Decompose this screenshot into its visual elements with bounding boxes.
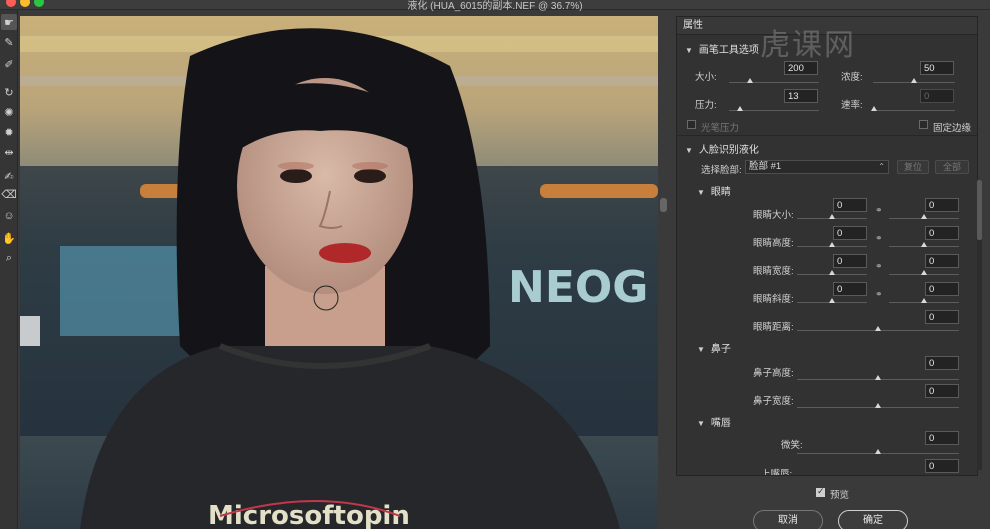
nose-width-label: 鼻子宽度: <box>753 396 794 407</box>
eye-tilt-label: 眼睛斜度: <box>753 294 794 305</box>
eyes-section-title[interactable]: ▼ 眼睛 <box>697 183 731 198</box>
smile-input[interactable] <box>925 431 959 445</box>
stylus-pressure-label: 光笔压力 <box>701 123 740 134</box>
rate-label: 速率: <box>841 100 863 111</box>
select-face-dropdown[interactable]: 脸部 #1 ⌃ <box>745 160 889 174</box>
size-slider-thumb[interactable] <box>747 78 753 83</box>
nose-width-input[interactable] <box>925 384 959 398</box>
eye-size-left-thumb[interactable] <box>829 214 835 219</box>
upper-lip-label: 上嘴唇: <box>761 469 793 476</box>
pressure-slider-thumb[interactable] <box>737 106 743 111</box>
panel-scrollbar-thumb[interactable] <box>977 180 982 240</box>
reconstruct-icon[interactable]: ✎ <box>1 34 17 50</box>
push-left-icon[interactable]: ⇹ <box>1 144 17 160</box>
face-liquify-title[interactable]: ▼ 人脸识别液化 <box>685 141 759 156</box>
eye-width-left-thumb[interactable] <box>829 270 835 275</box>
rate-slider-thumb[interactable] <box>871 106 877 111</box>
hand-icon[interactable]: ✋ <box>1 230 17 246</box>
forward-warp-icon[interactable]: ☛ <box>1 14 17 30</box>
eye-distance-label: 眼睛距离: <box>753 322 794 333</box>
eye-height-right-thumb[interactable] <box>921 242 927 247</box>
panel-divider <box>658 10 670 529</box>
smooth-icon[interactable]: ✐ <box>1 56 17 72</box>
collapse-triangle-icon[interactable]: ▼ <box>685 146 693 155</box>
smile-thumb[interactable] <box>875 449 881 454</box>
preview-label: 预览 <box>830 490 850 501</box>
eye-width-label: 眼睛宽度: <box>753 266 794 277</box>
rate-slider-track[interactable] <box>873 110 955 111</box>
density-input[interactable] <box>920 61 954 75</box>
watermark-logo: 虎课网 <box>760 28 856 63</box>
eye-height-right-input[interactable] <box>925 226 959 240</box>
eye-width-left-input[interactable] <box>833 254 867 268</box>
eye-distance-thumb[interactable] <box>875 326 881 331</box>
eye-width-right-thumb[interactable] <box>921 270 927 275</box>
pin-edges-label: 固定边缘 <box>933 123 972 134</box>
window-title: 液化 (HUA_6015的副本.NEF @ 36.7%) <box>407 1 583 12</box>
pin-edges-checkbox[interactable] <box>919 120 928 129</box>
eye-height-left-thumb[interactable] <box>829 242 835 247</box>
freeze-mask-icon[interactable]: ✍ <box>1 168 17 184</box>
eye-size-right-thumb[interactable] <box>921 214 927 219</box>
shirt-print-text: Microsoftopin <box>208 501 410 529</box>
mouth-section-title[interactable]: ▼ 嘴唇 <box>697 414 731 429</box>
size-label: 大小: <box>695 72 717 83</box>
eye-distance-input[interactable] <box>925 310 959 324</box>
eye-tilt-right-input[interactable] <box>925 282 959 296</box>
ok-button[interactable]: 确定 <box>838 510 908 529</box>
eye-height-label: 眼睛高度: <box>753 238 794 249</box>
rate-input[interactable] <box>920 89 954 103</box>
liquify-toolbar: ☛ ✎ ✐ ↻ ✺ ✹ ⇹ ✍ ⌫ ☺ ✋ ⌕ <box>0 10 18 529</box>
eye-size-left-input[interactable] <box>833 198 867 212</box>
thaw-mask-icon[interactable]: ⌫ <box>1 186 17 202</box>
neon-sign-text: NEOG <box>508 262 648 313</box>
link-icon[interactable]: ⚭ <box>875 261 883 272</box>
stylus-pressure-checkbox[interactable] <box>687 120 696 129</box>
collapse-triangle-icon[interactable]: ▼ <box>697 419 705 428</box>
eye-tilt-right-thumb[interactable] <box>921 298 927 303</box>
preview-checkbox[interactable] <box>816 486 825 497</box>
eye-tilt-left-thumb[interactable] <box>829 298 835 303</box>
eye-width-right-input[interactable] <box>925 254 959 268</box>
cancel-button[interactable]: 取消 <box>753 510 823 529</box>
pucker-icon[interactable]: ✺ <box>1 104 17 120</box>
nose-height-thumb[interactable] <box>875 375 881 380</box>
select-face-label: 选择脸部: <box>701 165 742 176</box>
bloat-icon[interactable]: ✹ <box>1 124 17 140</box>
collapse-triangle-icon[interactable]: ▼ <box>697 188 705 197</box>
pressure-label: 压力: <box>695 100 717 111</box>
reset-button[interactable]: 复位 <box>897 160 929 174</box>
collapse-triangle-icon[interactable]: ▼ <box>685 46 693 55</box>
nose-width-thumb[interactable] <box>875 403 881 408</box>
collapse-triangle-icon[interactable]: ▼ <box>697 345 705 354</box>
panel-resize-handle[interactable] <box>660 198 667 212</box>
nose-height-input[interactable] <box>925 356 959 370</box>
all-button[interactable]: 全部 <box>935 160 969 174</box>
eye-height-left-input[interactable] <box>833 226 867 240</box>
face-tool-icon[interactable]: ☺ <box>1 208 17 224</box>
pressure-input[interactable] <box>784 89 818 103</box>
zoom-icon[interactable]: ⌕ <box>1 250 17 266</box>
eye-size-right-input[interactable] <box>925 198 959 212</box>
smile-label: 微笑: <box>781 440 803 451</box>
chevron-updown-icon: ⌃ <box>878 162 885 171</box>
eye-tilt-left-input[interactable] <box>833 282 867 296</box>
nose-height-label: 鼻子高度: <box>753 368 794 379</box>
link-icon[interactable]: ⚭ <box>875 205 883 216</box>
density-label: 浓度: <box>841 72 863 83</box>
link-icon[interactable]: ⚭ <box>875 289 883 300</box>
twirl-icon[interactable]: ↻ <box>1 84 17 100</box>
eye-size-label: 眼睛大小: <box>753 210 794 221</box>
nose-section-title[interactable]: ▼ 鼻子 <box>697 340 731 355</box>
image-canvas[interactable]: NEOG Microsoftopin <box>20 16 658 529</box>
properties-panel: 属性 ▼画笔工具选项 大小: 浓度: 压力: 速率: 光笔压力 固定边缘 ▼人脸… <box>676 16 978 476</box>
size-slider-track[interactable] <box>729 82 819 83</box>
upper-lip-input[interactable] <box>925 459 959 473</box>
section-divider <box>677 135 977 136</box>
density-slider-thumb[interactable] <box>911 78 917 83</box>
window-titlebar: 液化 (HUA_6015的副本.NEF @ 36.7%) <box>0 0 990 12</box>
link-icon[interactable]: ⚭ <box>875 233 883 244</box>
brush-options-title[interactable]: ▼ 画笔工具选项 <box>685 41 759 56</box>
